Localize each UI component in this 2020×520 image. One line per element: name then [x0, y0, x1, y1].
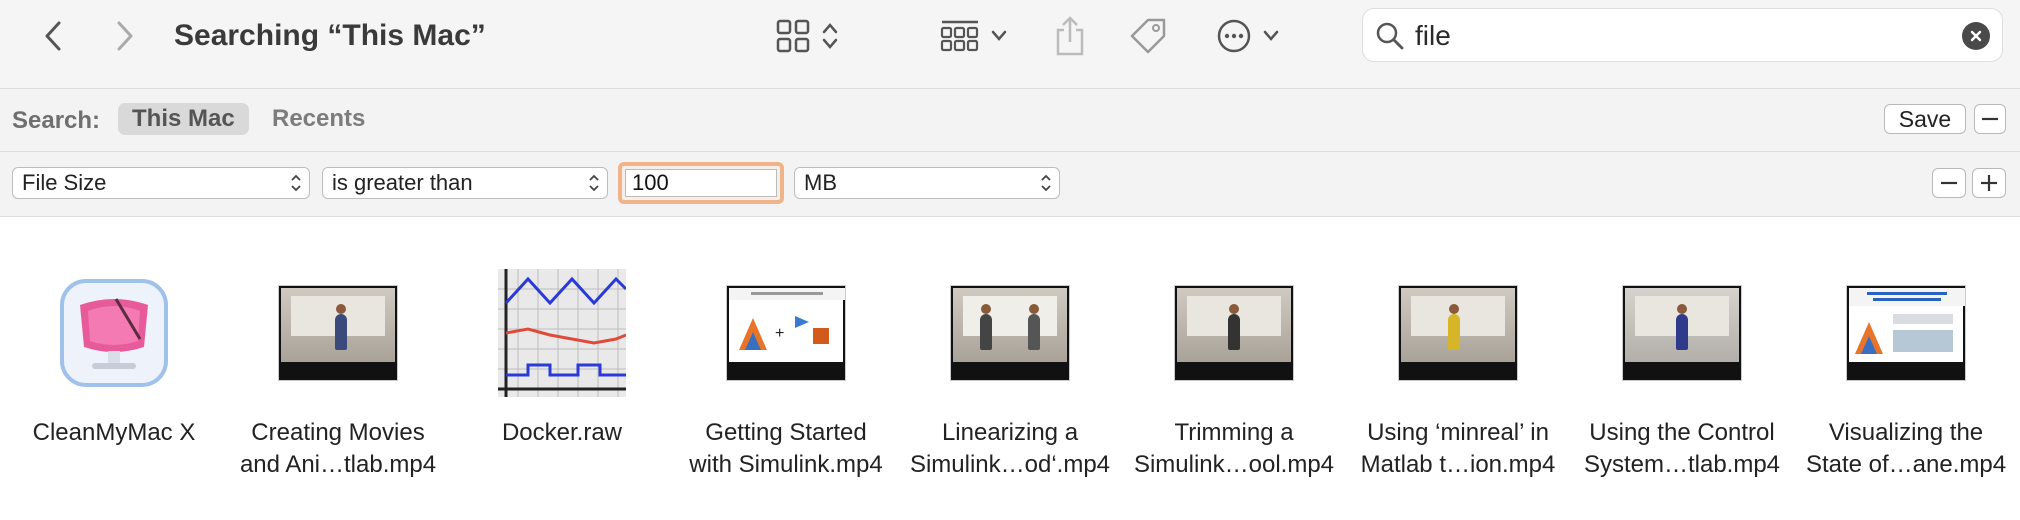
group-grid-icon [940, 20, 979, 52]
result-name: CleanMyMac X [32, 419, 196, 446]
tag-button[interactable] [1128, 14, 1168, 58]
tag-icon [1130, 18, 1166, 54]
result-name: Visualizing the State of…ane.mp4 [1805, 419, 2007, 478]
result-name: Using the Control System…tlab.mp4 [1583, 419, 1781, 478]
size-value-input[interactable]: 100 [625, 169, 777, 197]
chevron-left-icon [45, 21, 61, 51]
view-mode-button[interactable] [776, 14, 840, 58]
remove-scope-button[interactable] [1974, 104, 2006, 134]
unit-popup[interactable]: MB [794, 167, 1060, 199]
video-thumbnail [1570, 263, 1794, 403]
search-field[interactable]: file [1362, 8, 2003, 62]
result-name: Trimming a Simulink…ool.mp4 [1133, 419, 1335, 478]
result-item[interactable]: CleanMyMac X [2, 263, 226, 449]
slide-thumbnail: + [674, 263, 898, 403]
back-button[interactable] [34, 16, 74, 56]
size-value-field[interactable]: 100 [618, 162, 784, 204]
chevron-updown-icon [589, 174, 599, 192]
search-icon [1376, 22, 1404, 50]
chevron-down-icon [1263, 30, 1279, 41]
share-button[interactable] [1054, 14, 1086, 58]
minus-icon [1982, 117, 1998, 121]
cleanmymac-app-icon [2, 263, 226, 403]
result-name: Using ‘minreal’ in Matlab t…ion.mp4 [1360, 419, 1556, 478]
result-item[interactable]: Creating Movies and Ani…tlab.mp4 [226, 263, 450, 481]
slide-thumbnail [1794, 263, 2018, 403]
result-name: Getting Started with Simulink.mp4 [689, 419, 883, 478]
chevron-updown-icon [291, 174, 301, 192]
scope-recents[interactable]: Recents [258, 103, 379, 135]
raw-file-thumbnail [450, 263, 674, 403]
unit-value: MB [804, 170, 837, 195]
search-scope-bar: Search: This Mac Recents Save [0, 89, 2020, 152]
attribute-value: File Size [22, 170, 107, 195]
chevron-right-icon [117, 21, 133, 51]
share-icon [1056, 16, 1084, 56]
search-criteria-row: File Size is greater than 100 MB [0, 152, 2020, 217]
results-grid: CleanMyMac X Creating Movies and Ani…tlab… [0, 217, 2020, 520]
minus-icon [1941, 181, 1957, 185]
icon-grid-icon [776, 19, 810, 53]
save-search-button[interactable]: Save [1884, 104, 1966, 134]
group-button[interactable] [940, 14, 1008, 58]
clear-search-button[interactable] [1962, 22, 1990, 50]
search-input[interactable]: file [1415, 19, 1451, 53]
plus-icon [1981, 175, 1997, 191]
result-item[interactable]: + Getting Started with Simulink.mp4 [674, 263, 898, 481]
result-item[interactable]: Using ‘minreal’ in Matlab t…ion.mp4 [1346, 263, 1570, 481]
remove-rule-button[interactable] [1932, 168, 1966, 198]
chevron-down-icon [991, 30, 1007, 41]
result-item[interactable]: Using the Control System…tlab.mp4 [1570, 263, 1794, 481]
ellipsis-circle-icon [1217, 19, 1251, 53]
more-actions-button[interactable] [1216, 14, 1280, 58]
video-thumbnail [226, 263, 450, 403]
video-thumbnail [898, 263, 1122, 403]
result-name: Linearizing a Simulink…od‘.mp4 [909, 419, 1111, 478]
forward-button[interactable] [104, 16, 144, 56]
result-item[interactable]: Trimming a Simulink…ool.mp4 [1122, 263, 1346, 481]
operator-value: is greater than [332, 170, 473, 195]
result-item[interactable]: Linearizing a Simulink…od‘.mp4 [898, 263, 1122, 481]
video-thumbnail [1346, 263, 1570, 403]
operator-popup[interactable]: is greater than [322, 167, 608, 199]
window-toolbar: Searching “This Mac” file [0, 0, 2020, 89]
result-name: Docker.raw [501, 419, 623, 446]
attribute-popup[interactable]: File Size [12, 167, 310, 199]
scope-label: Search: [12, 107, 101, 134]
result-item[interactable]: Docker.raw [450, 263, 674, 449]
add-rule-button[interactable] [1972, 168, 2006, 198]
scope-this-mac[interactable]: This Mac [118, 103, 249, 135]
chevron-updown-icon [1041, 174, 1051, 192]
close-icon [1970, 30, 1982, 42]
video-thumbnail [1122, 263, 1346, 403]
svg-text:+: + [775, 325, 784, 342]
window-title: Searching “This Mac” [174, 19, 486, 52]
result-name: Creating Movies and Ani…tlab.mp4 [239, 419, 437, 478]
chevron-updown-icon [822, 23, 838, 49]
result-item[interactable]: Visualizing the State of…ane.mp4 [1794, 263, 2018, 481]
